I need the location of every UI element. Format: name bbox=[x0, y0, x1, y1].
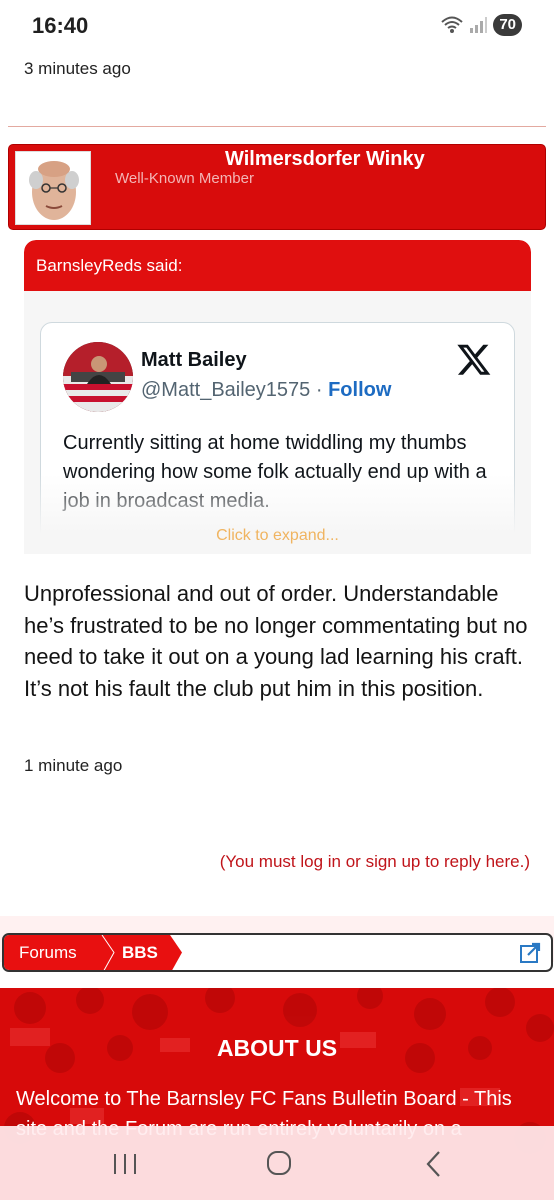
post-divider bbox=[8, 126, 546, 127]
share-icon[interactable] bbox=[520, 942, 541, 963]
post-body: Unprofessional and out of order. Underst… bbox=[24, 581, 528, 701]
previous-post-time[interactable]: 3 minutes ago bbox=[24, 59, 131, 79]
tweet-handle[interactable]: @Matt_Bailey1575 bbox=[141, 379, 310, 401]
follow-link[interactable]: Follow bbox=[328, 379, 391, 401]
tweet-separator: · bbox=[315, 379, 323, 401]
home-icon[interactable] bbox=[259, 1146, 299, 1182]
about-title: ABOUT US bbox=[216, 1035, 338, 1061]
avatar[interactable] bbox=[15, 151, 91, 225]
wifi-icon bbox=[441, 16, 463, 33]
post-username[interactable]: Wilmersdorfer Winky bbox=[225, 148, 425, 171]
signal-icon bbox=[470, 17, 488, 33]
quote-block: BarnsleyReds said: Matt Bailey @Matt_Bai… bbox=[24, 240, 531, 554]
click-to-expand[interactable]: Click to expand... bbox=[24, 527, 531, 545]
breadcrumb-forums[interactable]: Forums bbox=[19, 943, 77, 963]
status-time: 16:40 bbox=[32, 13, 89, 38]
user-title: Well-Known Member bbox=[115, 170, 254, 187]
x-logo-icon[interactable] bbox=[456, 341, 492, 377]
tweet-handle-row: @Matt_Bailey1575 · Follow bbox=[141, 379, 391, 402]
breadcrumb-bbs[interactable]: BBS bbox=[122, 943, 158, 963]
battery-indicator: 70 bbox=[493, 14, 522, 36]
breadcrumb: Forums BBS bbox=[2, 933, 553, 972]
back-icon[interactable] bbox=[414, 1146, 454, 1182]
tweet-avatar[interactable] bbox=[63, 342, 133, 412]
recent-apps-icon[interactable] bbox=[105, 1146, 145, 1182]
reply-login-notice[interactable]: (You must log in or sign up to reply her… bbox=[220, 852, 530, 872]
tweet-author-name[interactable]: Matt Bailey bbox=[141, 349, 247, 372]
quote-author[interactable]: BarnsleyReds said: bbox=[24, 240, 531, 291]
status-icons: 70 bbox=[441, 14, 522, 36]
post-time[interactable]: 1 minute ago bbox=[24, 756, 122, 776]
system-nav-bar bbox=[0, 1126, 554, 1200]
status-bar: 16:40 70 bbox=[0, 0, 554, 52]
post-user-header: Wilmersdorfer Winky Well-Known Member bbox=[8, 144, 546, 230]
